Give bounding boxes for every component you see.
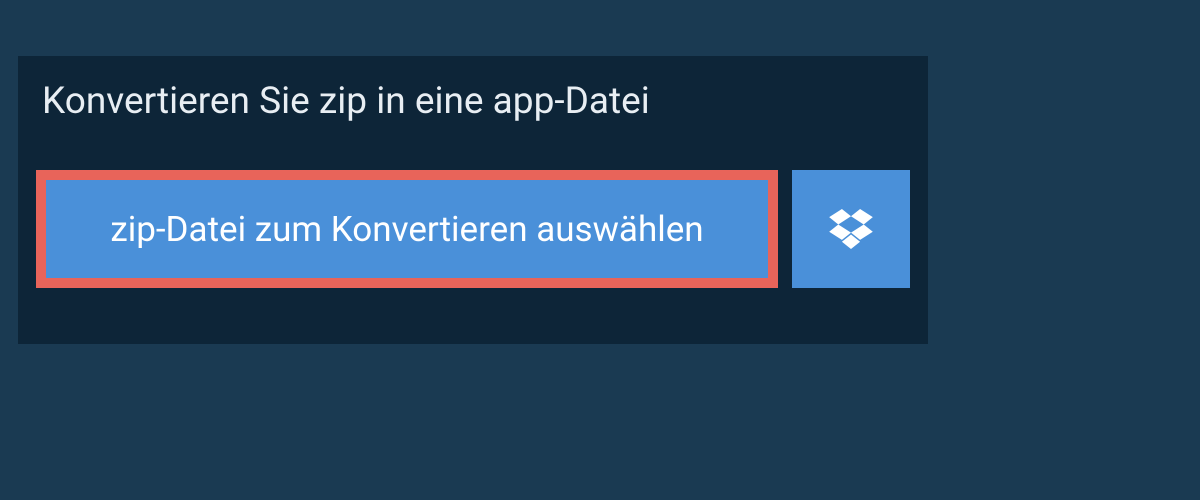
select-file-button-label: zip-Datei zum Konvertieren auswählen (110, 209, 703, 250)
dropbox-icon (829, 209, 873, 249)
dropbox-button[interactable] (792, 170, 910, 288)
title-bar: Konvertieren Sie zip in eine app-Datei (18, 56, 768, 146)
button-row: zip-Datei zum Konvertieren auswählen (18, 146, 928, 288)
select-file-button[interactable]: zip-Datei zum Konvertieren auswählen (36, 170, 778, 288)
converter-panel: Konvertieren Sie zip in eine app-Datei z… (18, 56, 928, 344)
page-title: Konvertieren Sie zip in eine app-Datei (42, 80, 650, 123)
